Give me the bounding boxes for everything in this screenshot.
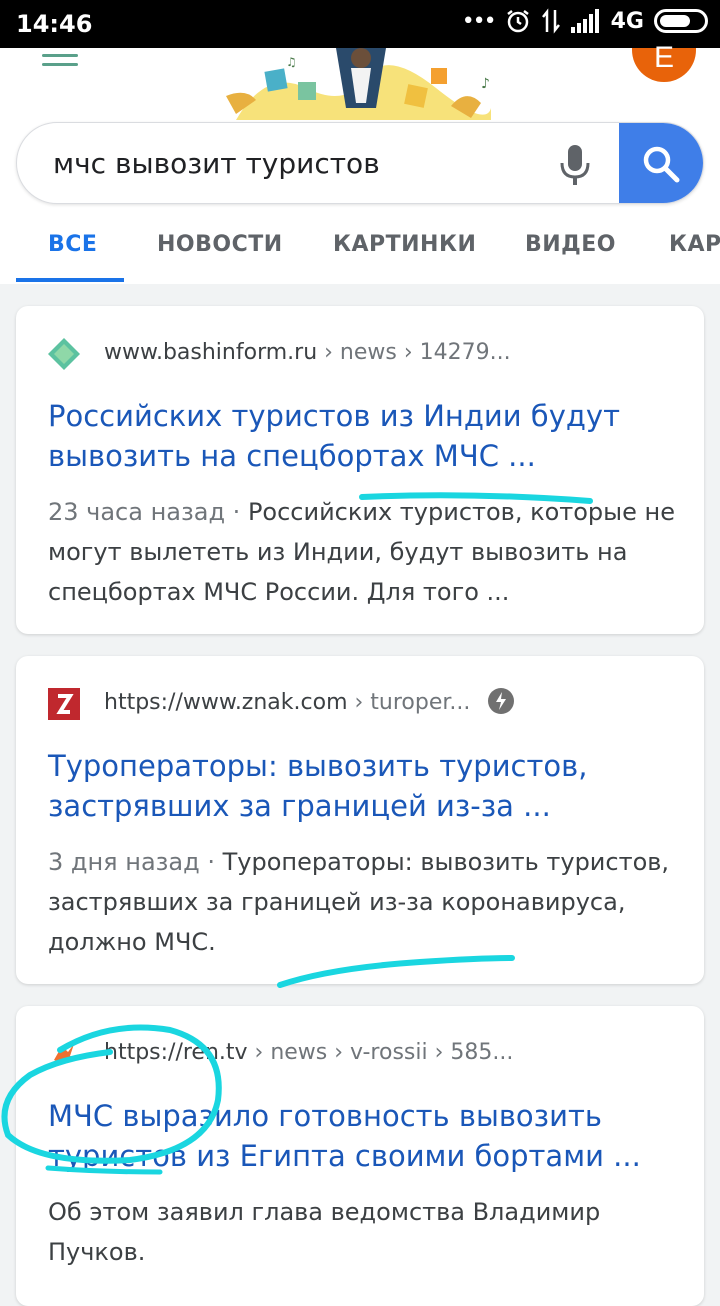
microphone-icon[interactable] bbox=[559, 143, 591, 187]
tab-all[interactable]: ВСЕ bbox=[48, 232, 97, 257]
menu-icon[interactable] bbox=[42, 54, 78, 70]
search-icon bbox=[643, 146, 680, 183]
alarm-icon bbox=[506, 10, 529, 33]
result-snippet: Об этом заявил глава ведомства Владимир … bbox=[48, 1192, 688, 1272]
result-url[interactable]: https://www.znak.com › turoper... bbox=[104, 690, 470, 715]
doodle-image: ♪ ♫ bbox=[226, 48, 496, 120]
google-doodle[interactable]: ♪ ♫ bbox=[226, 48, 496, 120]
status-icons: ••• 4G bbox=[462, 8, 708, 34]
more-notifications-icon: ••• bbox=[461, 8, 497, 34]
signal-icon bbox=[570, 9, 599, 33]
site-favicon-icon bbox=[48, 338, 80, 370]
result-url[interactable]: www.bashinform.ru › news › 14279... bbox=[104, 340, 511, 365]
result-snippet-text: Об этом заявил глава ведомства Владимир … bbox=[48, 1198, 601, 1266]
result-path: › news › 14279... bbox=[317, 340, 511, 365]
result-date: 3 дня назад · bbox=[48, 848, 223, 876]
result-domain: https://ren.tv bbox=[104, 1040, 248, 1065]
search-input[interactable]: мчс вывозит туристов bbox=[53, 147, 380, 180]
result-title-link[interactable]: Российских туристов из Индии будут вывоз… bbox=[48, 396, 688, 476]
svg-text:♪: ♪ bbox=[481, 76, 490, 92]
result-url[interactable]: https://ren.tv › news › v-rossii › 585..… bbox=[104, 1040, 513, 1065]
tab-video[interactable]: ВИДЕО bbox=[525, 232, 616, 257]
search-result-card: www.bashinform.ru › news › 14279... Росс… bbox=[16, 306, 704, 634]
tab-maps[interactable]: КАР bbox=[669, 232, 720, 257]
tab-news[interactable]: НОВОСТИ bbox=[157, 232, 283, 257]
status-time: 14:46 bbox=[16, 10, 93, 38]
data-transfer-icon bbox=[541, 8, 560, 34]
battery-icon bbox=[654, 9, 708, 33]
search-box[interactable]: мчс вывозит туристов bbox=[16, 122, 704, 204]
result-path: › turoper... bbox=[347, 690, 471, 715]
site-favicon-icon bbox=[54, 1044, 76, 1064]
search-button[interactable] bbox=[619, 123, 703, 203]
result-snippet: 23 часа назад · Российских туристов, кот… bbox=[48, 492, 688, 612]
site-favicon-icon bbox=[48, 688, 80, 720]
avatar-letter: E bbox=[653, 41, 674, 74]
result-path: › news › v-rossii › 585... bbox=[247, 1040, 514, 1065]
result-snippet: 3 дня назад · Туроператоры: вывозить тур… bbox=[48, 842, 688, 962]
amp-icon bbox=[488, 688, 514, 714]
tab-images[interactable]: КАРТИНКИ bbox=[333, 232, 476, 257]
result-title-link[interactable]: МЧС выразило готовность вывозить туристо… bbox=[48, 1096, 688, 1176]
search-result-card: https://ren.tv › news › v-rossii › 585..… bbox=[16, 1006, 704, 1306]
result-domain: www.bashinform.ru bbox=[104, 340, 318, 365]
status-bar: 14:46 ••• 4G bbox=[0, 0, 720, 48]
svg-text:♫: ♫ bbox=[286, 55, 297, 69]
result-domain: https://www.znak.com bbox=[104, 690, 348, 715]
search-tabs: ВСЕ НОВОСТИ КАРТИНКИ ВИДЕО КАР bbox=[0, 218, 720, 284]
result-date: 23 часа назад · bbox=[48, 498, 248, 526]
network-type: 4G bbox=[610, 8, 644, 34]
search-result-card: https://www.znak.com › turoper... Туропе… bbox=[16, 656, 704, 984]
active-tab-indicator bbox=[16, 278, 124, 282]
result-title-link[interactable]: Туроператоры: вывозить туристов, застряв… bbox=[48, 746, 688, 826]
